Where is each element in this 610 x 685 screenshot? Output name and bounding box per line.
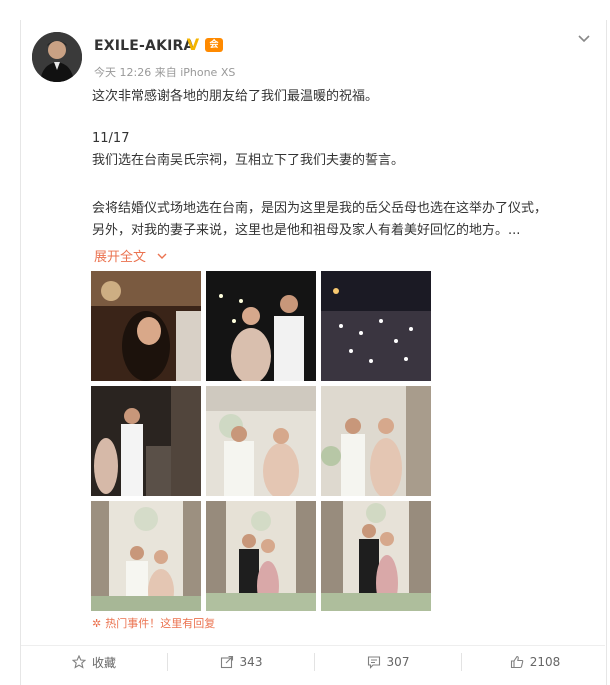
repost-count: 343 xyxy=(239,655,263,669)
post-text-line-5: 另外，对我的妻子来说，这里也是他和祖母及家人有着美好回忆的地方。... xyxy=(92,223,521,238)
comment-count: 307 xyxy=(386,655,410,669)
photo-9[interactable] xyxy=(321,501,431,611)
post-text-line-2: 11/17 xyxy=(92,131,130,146)
thumbs-up-icon xyxy=(510,655,523,669)
member-badge-icon: 会 xyxy=(205,38,223,52)
post-meta: 今天 12:26 来自 iPhone XS xyxy=(94,66,236,79)
photo-4[interactable] xyxy=(91,386,201,496)
verified-badge-icon: V xyxy=(186,35,200,54)
photo-1[interactable] xyxy=(91,271,201,381)
photo-5[interactable] xyxy=(206,386,316,496)
action-bar: 收藏 343 307 2108 xyxy=(21,645,605,678)
chevron-down-icon[interactable] xyxy=(576,30,592,46)
photo-2[interactable] xyxy=(206,271,316,381)
star-icon xyxy=(71,655,86,669)
repost-button[interactable]: 343 xyxy=(168,646,314,678)
comment-button[interactable]: 307 xyxy=(315,646,461,678)
chevron-down-icon xyxy=(157,253,167,259)
like-count: 2108 xyxy=(529,655,561,669)
share-icon xyxy=(220,655,233,669)
comment-icon xyxy=(367,656,380,669)
sparkle-icon: ✲ xyxy=(92,617,102,630)
expand-label: 展开全文 xyxy=(94,250,147,265)
photo-grid xyxy=(91,271,431,611)
hot-event-label: 热门事件！这里有回复 xyxy=(105,617,216,630)
photo-8[interactable] xyxy=(206,501,316,611)
favorite-button[interactable]: 收藏 xyxy=(21,646,167,678)
favorite-label: 收藏 xyxy=(91,655,116,670)
photo-6[interactable] xyxy=(321,386,431,496)
avatar[interactable] xyxy=(32,32,82,82)
expand-full-text-link[interactable]: 展开全文 xyxy=(94,246,168,265)
photo-7[interactable] xyxy=(91,501,201,611)
hot-event-link[interactable]: ✲ 热门事件！这里有回复 xyxy=(92,615,215,631)
post-text-line-1: 这次非常感谢各地的朋友给了我们最温暖的祝福。 xyxy=(92,89,379,104)
username[interactable]: EXILE-AKIRA xyxy=(94,38,195,54)
like-button[interactable]: 2108 xyxy=(462,646,608,678)
post-text-line-3: 我们选在台南吴氏宗祠，互相立下了我们夫妻的誓言。 xyxy=(92,153,405,168)
post-text-line-4: 会将结婚仪式场地选在台南，是因为这里是我的岳父岳母也选在这举办了仪式， xyxy=(92,201,548,216)
photo-3[interactable] xyxy=(321,271,431,381)
